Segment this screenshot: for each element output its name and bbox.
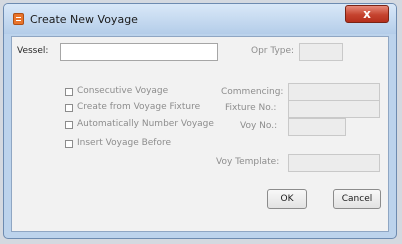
insert-voyage-before-checkbox[interactable] [65,140,73,148]
vessel-input[interactable] [60,43,218,61]
auto-number-voyage-label: Automatically Number Voyage [77,119,214,129]
insert-voyage-before-label: Insert Voyage Before [77,138,172,148]
close-button[interactable]: x [345,5,389,23]
voy-no-field [288,118,346,136]
commencing-field [288,83,380,101]
dialog-titlebar[interactable]: Create New Voyage x [4,4,396,34]
cancel-button[interactable]: Cancel [333,189,381,209]
voy-template-field [288,154,380,172]
create-new-voyage-dialog: Create New Voyage x Vessel: Opr Type: Co… [3,3,397,239]
voyage-app-icon [13,13,24,25]
opr-type-label: Opr Type: [251,46,295,56]
consecutive-voyage-label: Consecutive Voyage [77,86,169,96]
vessel-label: Vessel: [17,46,49,56]
dialog-body: Vessel: Opr Type: Consecutive Voyage Cre… [11,36,389,232]
create-from-fixture-label: Create from Voyage Fixture [77,102,201,112]
dialog-title: Create New Voyage [30,13,138,26]
voy-no-label: Voy No.: [240,121,278,131]
create-from-fixture-checkbox[interactable] [65,104,73,112]
auto-number-voyage-checkbox[interactable] [65,121,73,129]
ok-button[interactable]: OK [267,189,307,209]
consecutive-voyage-checkbox[interactable] [65,88,73,96]
fixture-no-field [288,100,380,118]
fixture-no-label: Fixture No.: [225,103,277,113]
close-icon: x [363,7,371,21]
opr-type-field [299,43,343,61]
commencing-label: Commencing: [221,87,284,97]
voy-template-label: Voy Template: [216,157,280,167]
